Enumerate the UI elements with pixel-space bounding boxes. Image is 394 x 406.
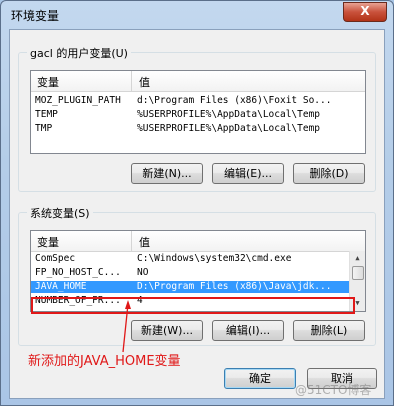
window-title: 环境变量: [11, 9, 60, 23]
variable-value: %USERPROFILE%\AppData\Local\Temp: [137, 109, 321, 120]
user-new-button[interactable]: 新建(N)...: [131, 163, 203, 184]
list-item-selected[interactable]: JAVA_HOME D:\Program Files (x86)\Java\jd…: [31, 281, 351, 293]
column-divider[interactable]: [131, 71, 132, 91]
variable-value: D:\Program Files (x86)\Java\jdk...: [137, 281, 332, 292]
column-header-variable[interactable]: 变量: [37, 234, 59, 250]
variable-name: TMP: [35, 123, 53, 134]
user-variables-label: gacl 的用户变量(U): [27, 45, 131, 61]
list-item[interactable]: FP_NO_HOST_C... NO: [31, 267, 351, 279]
variable-value: C:\Windows\system32\cmd.exe: [137, 253, 292, 264]
list-item[interactable]: TMP %USERPROFILE%\AppData\Local\Temp: [31, 123, 349, 135]
close-button[interactable]: X: [343, 2, 387, 22]
list-item[interactable]: ComSpec C:\Windows\system32\cmd.exe: [31, 253, 351, 265]
variable-value: %USERPROFILE%\AppData\Local\Temp: [137, 123, 321, 134]
watermark: @51CTO博客: [295, 383, 372, 397]
column-divider[interactable]: [131, 231, 132, 251]
annotation-text: 新添加的JAVA_HOME变量: [28, 354, 181, 369]
column-header-value[interactable]: 值: [139, 234, 150, 250]
user-delete-button[interactable]: 删除(D): [293, 163, 365, 184]
highlight-box: [31, 297, 355, 314]
user-variables-list[interactable]: 变量 值 MOZ_PLUGIN_PATH d:\Program Files (x…: [30, 70, 366, 154]
column-header-value[interactable]: 值: [139, 74, 150, 90]
scroll-thumb[interactable]: [352, 266, 364, 280]
variable-name: JAVA_HOME: [35, 281, 87, 292]
column-header-variable[interactable]: 变量: [37, 74, 59, 90]
system-variables-group: 系统变量(S) 变量 值 ComSpec C:\Windows\system32…: [18, 205, 376, 346]
system-variables-header: 变量 值: [31, 231, 365, 252]
system-delete-button[interactable]: 删除(L): [293, 320, 365, 341]
variable-name: ComSpec: [35, 253, 76, 264]
system-new-button[interactable]: 新建(W)...: [131, 320, 203, 341]
system-variables-label: 系统变量(S): [27, 205, 93, 221]
variable-name: MOZ_PLUGIN_PATH: [35, 95, 121, 106]
variable-name: TEMP: [35, 109, 58, 120]
list-item[interactable]: MOZ_PLUGIN_PATH d:\Program Files (x86)\F…: [31, 95, 349, 107]
variable-value: NO: [137, 267, 149, 278]
ok-button[interactable]: 确定: [224, 368, 296, 389]
dialog-client-area: gacl 的用户变量(U) 变量 值 MOZ_PLUGIN_PATH d:\Pr…: [9, 29, 385, 399]
user-variables-group: gacl 的用户变量(U) 变量 值 MOZ_PLUGIN_PATH d:\Pr…: [18, 45, 376, 192]
variable-name: FP_NO_HOST_C...: [35, 267, 121, 278]
variable-value: d:\Program Files (x86)\Foxit So...: [137, 95, 332, 106]
scroll-up-icon[interactable]: ▲: [351, 252, 364, 265]
system-edit-button[interactable]: 编辑(I)...: [212, 320, 284, 341]
user-variables-header: 变量 值: [31, 71, 365, 92]
environment-variables-dialog: 环境变量 X gacl 的用户变量(U) 变量 值 MOZ_PLUGIN_PAT…: [0, 0, 394, 406]
list-item[interactable]: TEMP %USERPROFILE%\AppData\Local\Temp: [31, 109, 349, 121]
user-edit-button[interactable]: 编辑(E)...: [212, 163, 284, 184]
